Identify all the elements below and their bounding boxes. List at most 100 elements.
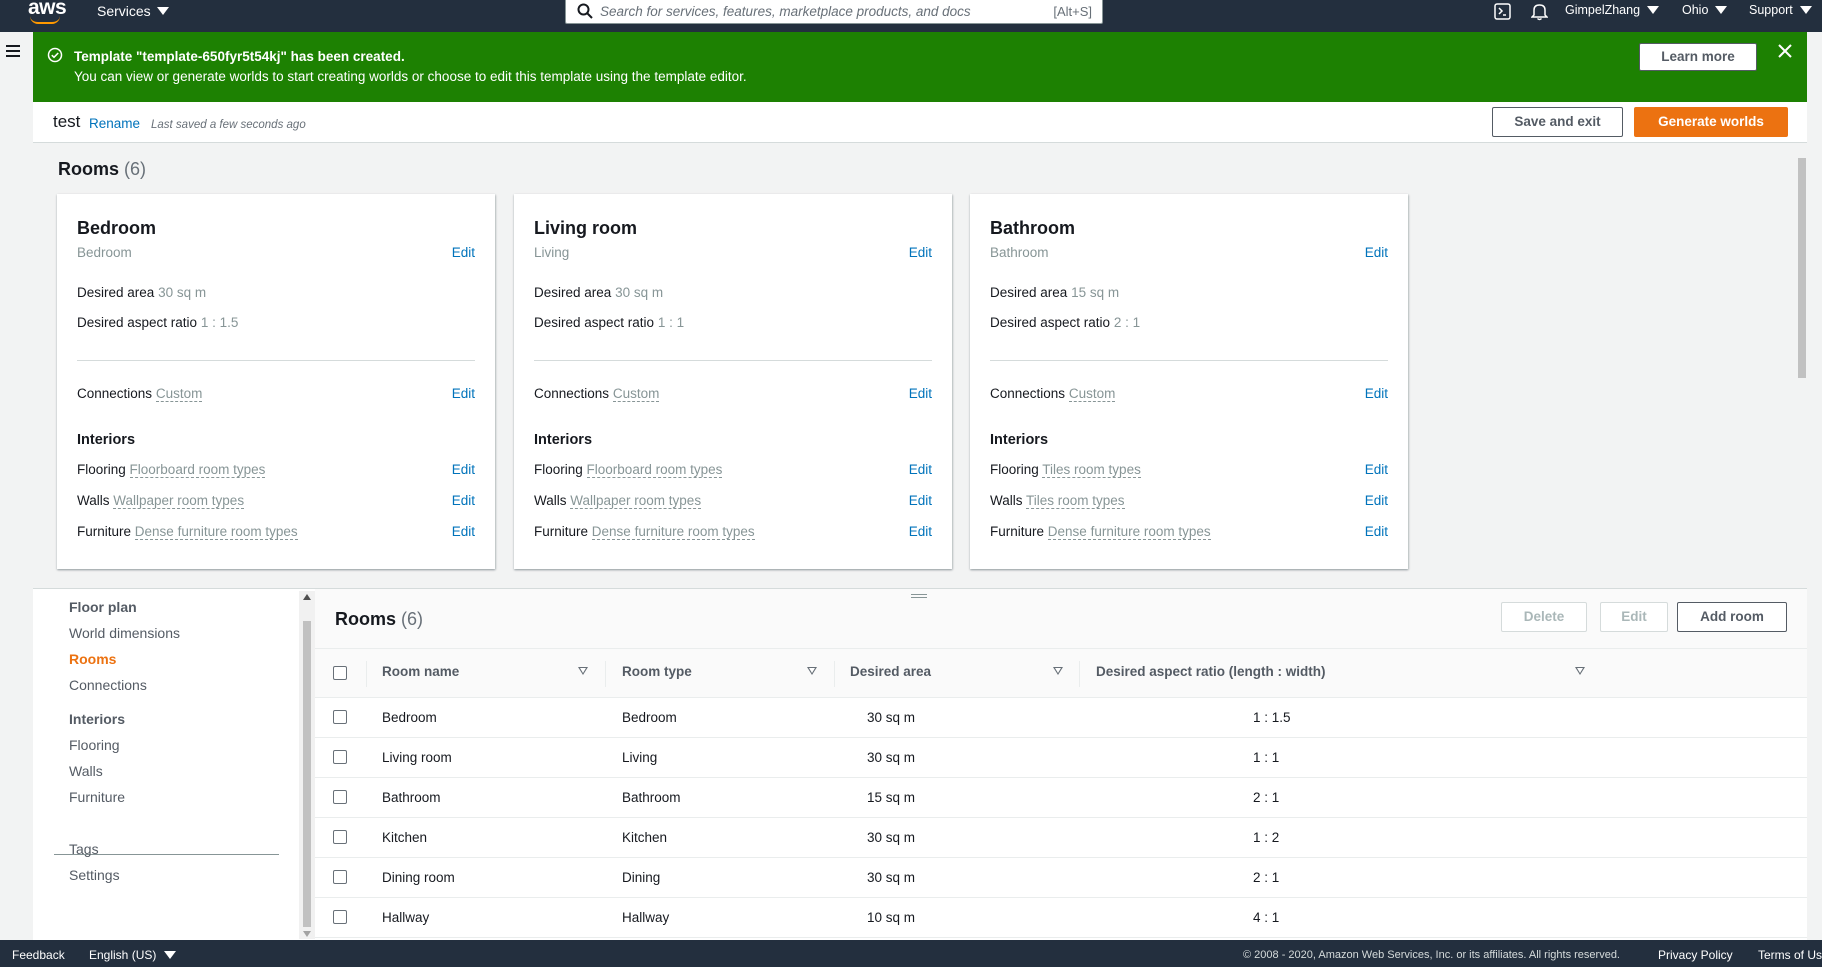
row-checkbox[interactable]	[333, 790, 347, 804]
delete-button[interactable]: Delete	[1501, 602, 1587, 632]
edit-button[interactable]: Edit	[1600, 602, 1668, 632]
scroll-up-icon[interactable]	[303, 594, 311, 600]
cloudshell-icon[interactable]	[1494, 3, 1511, 20]
row-checkbox[interactable]	[333, 710, 347, 724]
feedback-link[interactable]: Feedback	[12, 948, 65, 962]
furniture-label: Furniture	[77, 524, 132, 539]
edit-walls-link[interactable]: Edit	[909, 493, 932, 508]
furniture-value[interactable]: Dense furniture room types	[1047, 524, 1211, 540]
rooms-overview-panel: Rooms (6) Bedroom Bedroom Edit Desired a…	[33, 143, 1807, 588]
edit-walls-link[interactable]: Edit	[452, 493, 475, 508]
walls-value[interactable]: Tiles room types	[1026, 493, 1125, 509]
services-menu[interactable]: Services	[97, 3, 169, 19]
walls-value[interactable]: Wallpaper room types	[113, 493, 245, 509]
sort-icon[interactable]	[1053, 667, 1063, 675]
last-saved-text: Last saved a few seconds ago	[151, 119, 306, 131]
sidebar-item-world-dimensions[interactable]: World dimensions	[69, 625, 180, 641]
edit-flooring-link[interactable]: Edit	[452, 462, 475, 477]
connections-label: Connections	[534, 386, 610, 401]
edit-room-link[interactable]: Edit	[452, 245, 475, 260]
resize-handle-icon[interactable]	[911, 594, 927, 598]
column-divider	[1079, 661, 1080, 687]
sidebar-item-walls[interactable]: Walls	[69, 763, 103, 779]
desired-area-label: Desired area	[990, 285, 1068, 300]
walls-value[interactable]: Wallpaper room types	[570, 493, 702, 509]
table-row[interactable]: Hallway Hallway 10 sq m 4 : 1	[315, 898, 1807, 938]
flooring-value[interactable]: Floorboard room types	[586, 462, 723, 478]
edit-connections-link[interactable]: Edit	[909, 386, 932, 401]
cell-aspect-ratio: 2 : 1	[1253, 790, 1280, 805]
sidebar-item-settings[interactable]: Settings	[69, 867, 120, 883]
sidebar-item-tags[interactable]: Tags	[69, 841, 99, 857]
flooring-value[interactable]: Floorboard room types	[129, 462, 266, 478]
save-and-exit-button[interactable]: Save and exit	[1492, 107, 1623, 137]
edit-walls-link[interactable]: Edit	[1365, 493, 1388, 508]
walls-label: Walls	[990, 493, 1023, 508]
cell-aspect-ratio: 1 : 1.5	[1253, 710, 1291, 725]
row-checkbox[interactable]	[333, 830, 347, 844]
cell-room-type: Bedroom	[622, 710, 677, 725]
flash-message: You can view or generate worlds to start…	[74, 69, 747, 84]
connections-value[interactable]: Custom	[1068, 386, 1116, 402]
edit-connections-link[interactable]: Edit	[1365, 386, 1388, 401]
support-menu[interactable]: Support	[1749, 3, 1812, 17]
generate-worlds-button[interactable]: Generate worlds	[1634, 107, 1788, 137]
row-checkbox[interactable]	[333, 870, 347, 884]
select-all-checkbox[interactable]	[333, 666, 347, 680]
search-input[interactable]: Search for services, features, marketpla…	[565, 0, 1103, 24]
language-selector[interactable]: English (US)	[89, 948, 176, 962]
scroll-down-icon[interactable]	[303, 931, 311, 937]
furniture-value[interactable]: Dense furniture room types	[134, 524, 298, 540]
row-checkbox[interactable]	[333, 910, 347, 924]
sort-icon[interactable]	[807, 667, 817, 675]
table-row[interactable]: Bedroom Bedroom 30 sq m 1 : 1.5	[315, 698, 1807, 738]
edit-room-link[interactable]: Edit	[909, 245, 932, 260]
column-header-room-name[interactable]: Room name	[382, 664, 459, 679]
sidebar-scrollbar[interactable]	[299, 591, 315, 939]
furniture-line: Furniture Dense furniture room types	[990, 524, 1211, 540]
column-header-room-type[interactable]: Room type	[622, 664, 692, 679]
menu-icon[interactable]	[6, 45, 20, 57]
column-header-desired-area[interactable]: Desired area	[850, 664, 931, 679]
furniture-value[interactable]: Dense furniture room types	[591, 524, 755, 540]
rename-link[interactable]: Rename	[89, 116, 140, 131]
sidebar-item-rooms[interactable]: Rooms	[69, 651, 116, 667]
sidebar-item-furniture[interactable]: Furniture	[69, 789, 125, 805]
connections-value[interactable]: Custom	[612, 386, 660, 402]
learn-more-button[interactable]: Learn more	[1639, 43, 1757, 71]
rooms-count: (6)	[124, 159, 147, 179]
edit-furniture-link[interactable]: Edit	[1365, 524, 1388, 539]
aspect-ratio-label: Desired aspect ratio	[990, 315, 1111, 330]
sort-icon[interactable]	[578, 667, 588, 675]
add-room-button[interactable]: Add room	[1677, 602, 1787, 632]
table-row[interactable]: Living room Living 30 sq m 1 : 1	[315, 738, 1807, 778]
column-header-aspect-ratio[interactable]: Desired aspect ratio (length : width)	[1096, 664, 1326, 679]
edit-furniture-link[interactable]: Edit	[452, 524, 475, 539]
user-menu[interactable]: GimpelZhang	[1565, 3, 1660, 17]
edit-connections-link[interactable]: Edit	[452, 386, 475, 401]
sort-icon[interactable]	[1575, 667, 1585, 675]
column-divider	[834, 661, 835, 687]
region-menu[interactable]: Ohio	[1682, 3, 1728, 17]
edit-room-link[interactable]: Edit	[1365, 245, 1388, 260]
table-row[interactable]: Kitchen Kitchen 30 sq m 1 : 2	[315, 818, 1807, 858]
table-row[interactable]: Dining room Dining 30 sq m 2 : 1	[315, 858, 1807, 898]
terms-of-use-link[interactable]: Terms of Us	[1758, 948, 1822, 962]
table-column-headers: Room name Room type Desired area Desired…	[315, 649, 1807, 698]
close-icon[interactable]	[1778, 44, 1792, 58]
scrollbar-thumb[interactable]	[303, 621, 311, 927]
row-checkbox[interactable]	[333, 750, 347, 764]
upper-scrollbar[interactable]	[1797, 143, 1807, 588]
edit-furniture-link[interactable]: Edit	[909, 524, 932, 539]
bell-icon[interactable]	[1531, 2, 1548, 21]
connections-value[interactable]: Custom	[155, 386, 203, 402]
flooring-value[interactable]: Tiles room types	[1042, 462, 1141, 478]
edit-flooring-link[interactable]: Edit	[1365, 462, 1388, 477]
scrollbar-thumb[interactable]	[1798, 158, 1806, 378]
privacy-policy-link[interactable]: Privacy Policy	[1658, 948, 1733, 962]
flooring-line: Flooring Floorboard room types	[77, 462, 266, 478]
sidebar-item-connections[interactable]: Connections	[69, 677, 147, 693]
edit-flooring-link[interactable]: Edit	[909, 462, 932, 477]
table-row[interactable]: Bathroom Bathroom 15 sq m 2 : 1	[315, 778, 1807, 818]
sidebar-item-flooring[interactable]: Flooring	[69, 737, 120, 753]
